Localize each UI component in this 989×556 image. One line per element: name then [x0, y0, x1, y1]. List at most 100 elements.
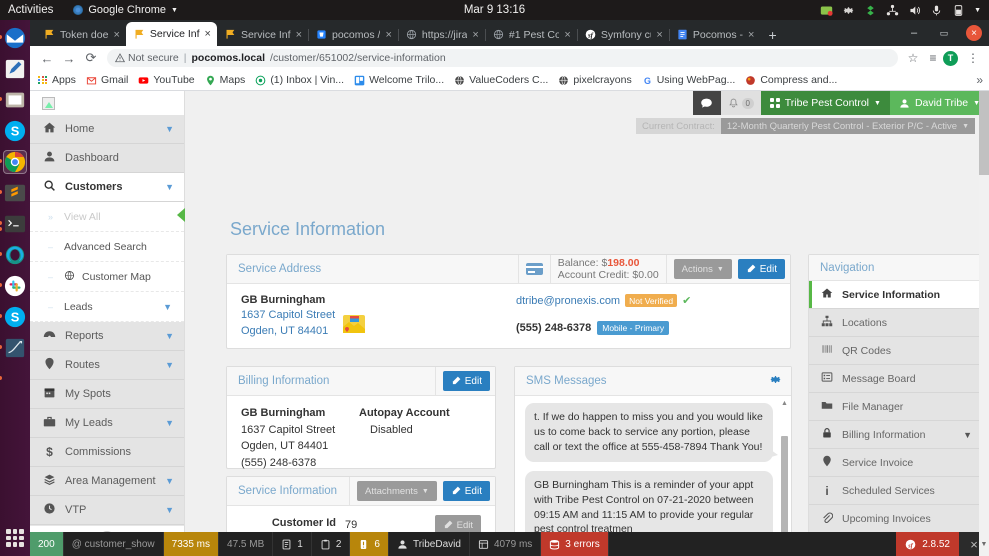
attachments-button[interactable]: Attachments ▼ — [357, 481, 437, 501]
sidebar-item-vtp[interactable]: VTP ▼ — [30, 496, 184, 525]
close-icon[interactable]: × — [472, 29, 478, 41]
chrome-menu-icon[interactable]: ⋮ — [963, 51, 983, 65]
scrollbar-thumb[interactable] — [979, 91, 989, 175]
slack-icon[interactable] — [0, 274, 27, 298]
skype-business-icon[interactable]: S — [0, 305, 27, 329]
text-editor-icon[interactable] — [3, 57, 27, 81]
microphone-icon[interactable] — [930, 4, 943, 17]
browser-tab[interactable]: Service Inf × — [217, 23, 309, 46]
terminal-icon[interactable] — [0, 212, 27, 236]
clipboard-item[interactable]: 2 — [312, 532, 351, 556]
thunderbird-icon[interactable] — [0, 26, 27, 50]
close-icon[interactable]: × — [656, 29, 662, 41]
close-icon[interactable]: × — [748, 29, 754, 41]
close-icon[interactable]: × — [564, 29, 570, 41]
browser-tab[interactable]: #1 Pest Co × — [485, 23, 578, 46]
bookmarks-overflow-button[interactable]: » — [976, 73, 983, 87]
bookmark-webpage[interactable]: G Using WebPag... — [642, 74, 736, 86]
nav-item-locations[interactable]: Locations — [809, 309, 982, 337]
skype-icon[interactable]: S — [3, 119, 27, 143]
sidebar-item-dashboard[interactable]: Dashboard — [30, 144, 184, 173]
sidebar-item-customers[interactable]: Customers ▼ — [30, 173, 184, 202]
profile-avatar-wrap[interactable]: T — [943, 50, 963, 66]
chat-bubble-icon[interactable] — [692, 91, 721, 115]
bookmark-trello[interactable]: Welcome Trilo... — [354, 74, 444, 86]
scroll-down-icon[interactable]: ▼ — [979, 532, 989, 556]
sidebar-item-advanced-search[interactable]: – Advanced Search — [30, 232, 184, 262]
bookmark-inbox[interactable]: (1) Inbox | Vin... — [255, 74, 344, 86]
gitkraken-icon[interactable] — [0, 243, 27, 267]
browser-tab[interactable]: https://jira × — [398, 23, 486, 46]
bookmark-gmail[interactable]: Gmail — [86, 74, 128, 86]
nav-item-service-invoice[interactable]: Service Invoice — [809, 449, 982, 477]
edit-service-info-button[interactable]: Edit — [442, 481, 490, 501]
sidebar-item-routes[interactable]: Routes ▼ — [30, 351, 184, 380]
nav-item-file-manager[interactable]: File Manager — [809, 393, 982, 421]
page-scrollbar[interactable]: ▲ — [979, 91, 989, 556]
browser-tab[interactable]: Pocomos - × — [669, 23, 761, 46]
sidebar-item-area-management[interactable]: Area Management ▼ — [30, 467, 184, 496]
sidebar-item-customer-map[interactable]: – Customer Map — [30, 262, 184, 292]
maximize-button[interactable]: ▭ — [929, 22, 959, 44]
sidebar-item-leads[interactable]: – Leads ▼ — [30, 292, 184, 322]
dropbox-icon[interactable] — [864, 4, 877, 17]
twig-item[interactable]: 4079 ms — [470, 532, 542, 556]
sidebar-item-my-spots[interactable]: My Spots — [30, 380, 184, 409]
reading-list-icon[interactable]: ≡ — [923, 51, 943, 65]
nav-item-scheduled-services[interactable]: i Scheduled Services — [809, 477, 982, 505]
address-bar[interactable]: Not secure | pocomos.local/customer/6510… — [107, 49, 898, 67]
sidebar-item-home[interactable]: Home ▼ — [30, 115, 184, 144]
gear-icon[interactable] — [769, 373, 782, 389]
route-item[interactable]: @ customer_show — [64, 532, 164, 556]
credit-card-icon[interactable] — [525, 263, 543, 275]
browser-tab[interactable]: Token doe × — [36, 23, 127, 46]
network-icon[interactable] — [886, 4, 899, 17]
battery-icon[interactable] — [952, 4, 965, 17]
forms-item[interactable]: 1 — [273, 532, 312, 556]
star-icon[interactable]: ☆ — [903, 51, 923, 65]
sidebar-item-commissions[interactable]: $ Commissions — [30, 438, 184, 467]
bookmark-valuecoders[interactable]: ValueCoders C... — [454, 74, 548, 86]
charles-proxy-icon[interactable] — [0, 336, 27, 360]
nav-item-service-information[interactable]: Service Information — [809, 281, 982, 309]
company-selector[interactable]: Tribe Pest Control ▼ — [760, 91, 890, 115]
close-icon[interactable]: × — [113, 29, 119, 41]
messaging-icon[interactable] — [820, 4, 833, 17]
service-street[interactable]: 1637 Capitol Street — [241, 308, 335, 324]
notifications-button[interactable]: 0 — [720, 91, 761, 115]
service-citystate[interactable]: Ogden, UT 84401 — [241, 324, 335, 340]
symfony-version-item[interactable]: sf 2.8.52 — [896, 532, 959, 556]
nav-item-upcoming-invoices[interactable]: Upcoming Invoices — [809, 505, 982, 533]
browser-tab-active[interactable]: Service Inf × — [125, 22, 217, 46]
back-button[interactable]: ← — [36, 51, 58, 66]
edit-service-address-button[interactable]: Edit — [737, 259, 785, 279]
contract-selector[interactable]: 12-Month Quarterly Pest Control - Exteri… — [720, 118, 975, 134]
minimize-button[interactable]: – — [899, 22, 929, 44]
sidebar-item-my-leads[interactable]: My Leads ▼ — [30, 409, 184, 438]
files-icon[interactable] — [0, 88, 27, 112]
close-icon[interactable]: × — [385, 29, 391, 41]
sidebar-item-reports[interactable]: Reports ▼ — [30, 322, 184, 351]
current-user-item[interactable]: TribeDavid — [389, 532, 470, 556]
profile-avatar[interactable]: T — [943, 50, 958, 66]
bookmark-apps[interactable]: Apps — [38, 74, 76, 86]
close-icon[interactable]: × — [296, 29, 302, 41]
volume-icon[interactable] — [908, 4, 921, 17]
caret-down-icon[interactable]: ▼ — [974, 7, 981, 14]
sidebar-item-view-all[interactable]: » View All — [30, 202, 185, 232]
browser-tab[interactable]: pocomos / × — [308, 23, 399, 46]
customer-email[interactable]: dtribe@pronexis.com — [516, 295, 620, 307]
settings-icon[interactable] — [842, 4, 855, 17]
actions-button[interactable]: Actions ▼ — [673, 259, 732, 279]
nav-item-billing-information[interactable]: Billing Information ▼ — [809, 421, 982, 449]
nav-item-qr-codes[interactable]: QR Codes — [809, 337, 982, 365]
bookmark-pixelcrayons[interactable]: pixelcrayons — [558, 74, 632, 86]
reload-button[interactable]: ⟳ — [80, 50, 102, 66]
show-applications-icon[interactable] — [3, 526, 27, 550]
bookmark-youtube[interactable]: YouTube — [138, 74, 195, 86]
not-secure-indicator[interactable]: Not secure — [115, 52, 179, 64]
google-chrome-icon[interactable] — [0, 150, 27, 174]
user-menu[interactable]: David Tribe ▼ — [889, 91, 989, 115]
edit-billing-button[interactable]: Edit — [442, 371, 490, 391]
nav-item-message-board[interactable]: Message Board — [809, 365, 982, 393]
